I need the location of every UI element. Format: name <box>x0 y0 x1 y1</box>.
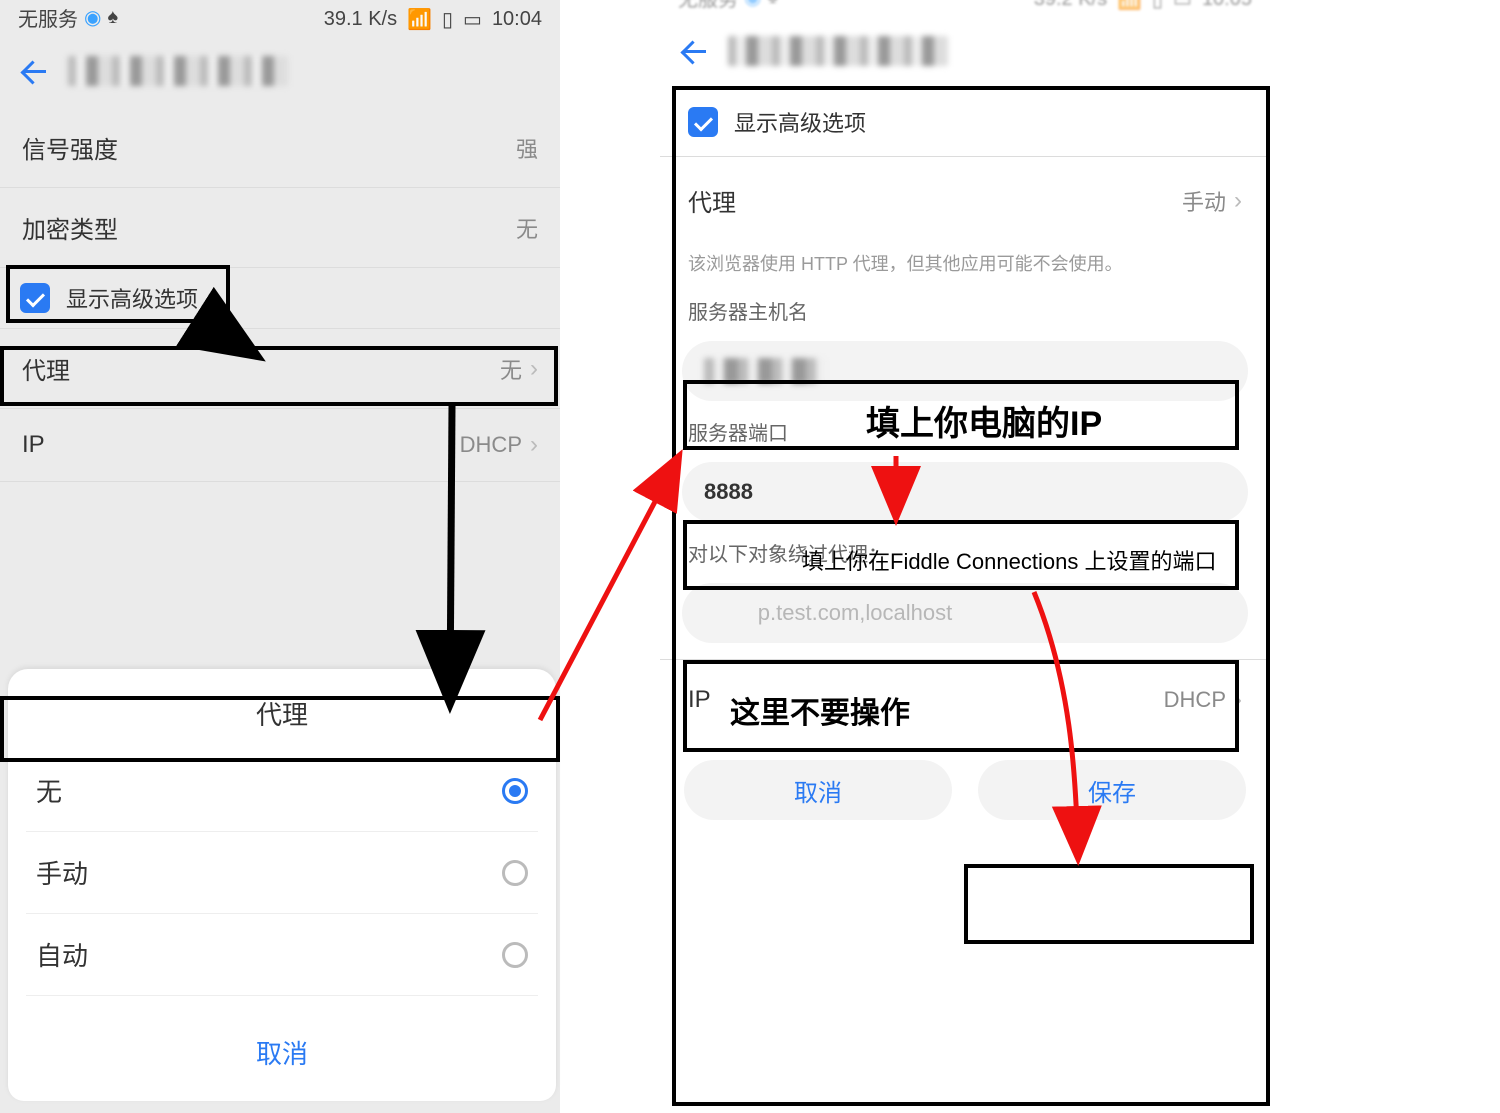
page-title-blurred <box>728 36 948 66</box>
bypass-input[interactable]: examp.test.com,localhost <box>682 583 1248 643</box>
row-value: DHCP <box>460 432 522 458</box>
checkbox-icon[interactable] <box>688 107 718 137</box>
port-input[interactable]: 8888 <box>682 462 1248 522</box>
bypass-placeholder: p.test.com,localhost <box>758 600 952 626</box>
checkbox-icon[interactable] <box>20 283 50 313</box>
back-icon[interactable] <box>18 56 48 86</box>
cancel-button[interactable]: 取消 <box>684 760 952 820</box>
left-screenshot: 无服务 ◉ ♠ 39.1 K/s 📶 ▯ ▭ 10:04 信号强度 强 加密类型… <box>0 0 560 1113</box>
chevron-right-icon: › <box>530 355 538 383</box>
chevron-right-icon: › <box>530 431 538 459</box>
clock-text: 10:05 <box>1202 0 1252 11</box>
status-bar: 无服务 ◉ ♠ 39.2 K/s 📶 ▯ ▭ 10:05 <box>660 0 1270 14</box>
clock-text: 10:04 <box>492 8 542 31</box>
row-value: DHCP <box>1164 687 1226 713</box>
host-input[interactable] <box>682 341 1248 401</box>
no-service-text: 无服务 <box>678 0 738 12</box>
row-label: IP <box>22 431 45 459</box>
divider <box>0 481 560 482</box>
host-label: 服务器主机名 <box>660 296 1270 335</box>
port-value: 8888 <box>704 479 753 505</box>
battery-icon: ▭ <box>463 7 482 32</box>
host-value-blurred <box>704 358 824 384</box>
nav-back-row <box>0 34 560 108</box>
row-label: 代理 <box>22 351 70 386</box>
row-label: 代理 <box>688 183 736 218</box>
penguin-icon: ♠ <box>107 6 118 29</box>
cancel-label: 取消 <box>794 773 842 808</box>
row-label: IP <box>688 686 711 714</box>
chevron-right-icon: › <box>1234 686 1242 714</box>
status-bar: 无服务 ◉ ♠ 39.1 K/s 📶 ▯ ▭ 10:04 <box>0 0 560 34</box>
row-value: 无 <box>516 212 538 244</box>
row-signal-strength[interactable]: 信号强度 强 <box>0 108 560 187</box>
row-label: 信号强度 <box>22 130 118 165</box>
radio-icon[interactable] <box>502 860 528 886</box>
bypass-label: 对以下对象绕过代理： <box>660 538 1270 577</box>
port-label: 服务器端口 <box>660 417 1270 456</box>
sim-icon: ▯ <box>1152 0 1163 12</box>
radio-icon[interactable] <box>502 942 528 968</box>
net-speed: 39.2 K/s <box>1034 0 1107 11</box>
net-speed: 39.1 K/s <box>324 8 397 31</box>
bluetooth-icon: ◉ <box>744 0 761 10</box>
proxy-hint-text: 该浏览器使用 HTTP 代理，但其他应用可能不会使用。 <box>660 244 1270 296</box>
option-label: 手动 <box>36 854 88 891</box>
row-show-advanced[interactable]: 显示高级选项 <box>660 88 1270 156</box>
no-service-text: 无服务 <box>18 3 78 32</box>
right-screenshot: 无服务 ◉ ♠ 39.2 K/s 📶 ▯ ▭ 10:05 显示高级选项 代理 手… <box>660 0 1270 1113</box>
advanced-label: 显示高级选项 <box>734 106 866 138</box>
row-encryption-type[interactable]: 加密类型 无 <box>0 188 560 267</box>
cancel-button[interactable]: 取消 <box>26 1014 538 1091</box>
row-show-advanced[interactable]: 显示高级选项 <box>0 268 560 328</box>
option-label: 无 <box>36 772 62 809</box>
option-manual[interactable]: 手动 <box>26 832 538 914</box>
row-ip[interactable]: IP DHCP › <box>0 409 560 481</box>
cancel-label: 取消 <box>256 1039 308 1069</box>
save-label: 保存 <box>1088 773 1136 808</box>
row-proxy[interactable]: 代理 手动 › <box>660 157 1270 244</box>
wifi-icon: 📶 <box>407 7 432 32</box>
option-auto[interactable]: 自动 <box>26 914 538 996</box>
row-value: 无 <box>500 353 522 385</box>
row-ip[interactable]: IP DHCP › <box>660 660 1270 740</box>
chevron-right-icon: › <box>1234 187 1242 215</box>
radio-selected-icon[interactable] <box>502 778 528 804</box>
sim-icon: ▯ <box>442 7 453 32</box>
proxy-action-sheet: 代理 无 手动 自动 取消 <box>8 669 556 1101</box>
option-label: 自动 <box>36 936 88 973</box>
page-title-blurred <box>68 56 288 86</box>
back-icon[interactable] <box>678 36 708 66</box>
penguin-icon: ♠ <box>767 0 778 9</box>
battery-icon: ▭ <box>1173 0 1192 12</box>
row-proxy[interactable]: 代理 无 › <box>0 329 560 408</box>
row-value: 强 <box>516 132 538 164</box>
bluetooth-icon: ◉ <box>84 5 101 30</box>
row-label: 加密类型 <box>22 210 118 245</box>
sheet-title: 代理 <box>26 687 538 750</box>
advanced-label: 显示高级选项 <box>66 282 198 314</box>
wifi-icon: 📶 <box>1117 0 1142 12</box>
save-button[interactable]: 保存 <box>978 760 1246 820</box>
row-value: 手动 <box>1182 185 1226 217</box>
nav-back-row <box>660 14 1270 88</box>
option-none[interactable]: 无 <box>26 750 538 832</box>
